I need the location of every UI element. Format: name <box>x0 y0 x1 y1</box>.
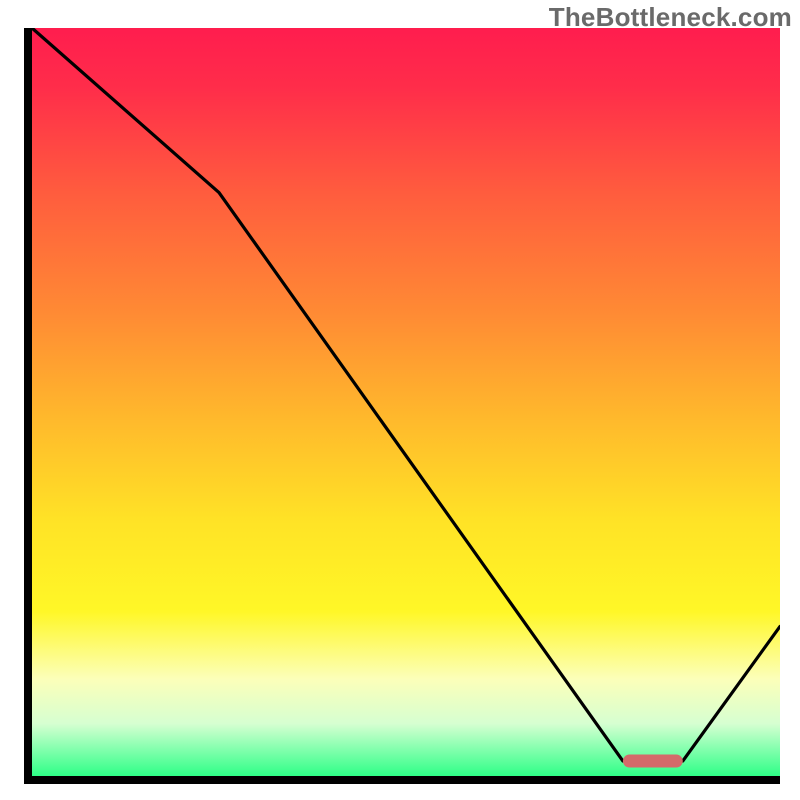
chart-container: TheBottleneck.com <box>0 0 800 800</box>
bottleneck-chart <box>24 28 780 784</box>
y-axis <box>24 28 32 784</box>
plot-area <box>24 28 780 784</box>
x-axis <box>24 776 780 784</box>
gradient-background <box>32 28 780 776</box>
optimal-range-marker <box>623 755 683 768</box>
